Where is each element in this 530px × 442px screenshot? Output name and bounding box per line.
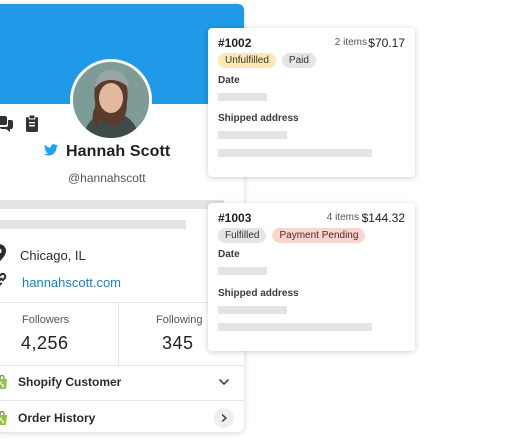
shipped-address-label: Shipped address (218, 288, 299, 299)
order-item-count: 2 items (334, 37, 367, 48)
order-card[interactable]: #1002 2 items $70.17 Unfulfilled Paid Da… (208, 28, 415, 177)
address-placeholder-line (218, 306, 287, 314)
order-number: #1003 (218, 211, 252, 225)
date-placeholder (218, 267, 267, 275)
order-history-label: Order History (18, 411, 96, 425)
following-count: 345 (162, 333, 194, 353)
order-status-badges: Fulfilled Payment Pending (218, 228, 366, 243)
address-placeholder-line (218, 131, 287, 139)
profile-name-row: Hannah Scott (44, 143, 170, 161)
followers-count: 4,256 (21, 333, 69, 353)
status-badge: Unfulfilled (218, 53, 276, 68)
status-badge: Paid (281, 53, 316, 68)
profile-name: Hannah Scott (66, 143, 171, 160)
followers-stat[interactable]: Followers 4,256 (0, 303, 119, 365)
link-icon (0, 272, 8, 293)
address-placeholder-line (218, 323, 372, 331)
order-history-expand-button[interactable] (214, 408, 234, 428)
address-placeholder-line (218, 149, 372, 157)
order-status-badges: Unfulfilled Paid (218, 53, 316, 68)
clipboard-icon[interactable] (24, 114, 40, 132)
avatar[interactable] (70, 59, 152, 141)
profile-handle: @hannahscott (68, 171, 146, 185)
accordion-order-history[interactable]: Order History (0, 400, 244, 432)
order-card[interactable]: #1003 4 items $144.32 Fulfilled Payment … (208, 203, 415, 351)
chat-icon[interactable] (0, 114, 14, 132)
website-row: hannahscott.com (0, 272, 121, 293)
date-placeholder (218, 93, 267, 101)
date-label: Date (218, 75, 240, 86)
twitter-icon (44, 143, 58, 161)
shopify-bag-icon (0, 410, 8, 430)
followers-label: Followers (22, 314, 70, 326)
bio-placeholder-line (0, 200, 224, 209)
chevron-right-icon (221, 414, 227, 422)
bio-placeholder-line (0, 220, 186, 229)
location-pin-icon (0, 244, 6, 267)
shopify-bag-icon (0, 374, 8, 394)
location-text: Chicago, IL (20, 248, 86, 263)
status-badge: Payment Pending (272, 228, 366, 243)
website-link[interactable]: hannahscott.com (22, 275, 121, 290)
chevron-down-icon[interactable] (218, 375, 230, 393)
order-number: #1002 (218, 36, 252, 50)
profile-action-icons (0, 114, 40, 132)
order-item-count: 4 items (326, 212, 359, 223)
accordion-shopify-customer[interactable]: Shopify Customer (0, 364, 244, 401)
status-badge: Fulfilled (218, 228, 267, 243)
date-label: Date (218, 249, 240, 260)
shopify-customer-label: Shopify Customer (18, 375, 122, 389)
order-total: $144.32 (361, 211, 405, 225)
order-total: $70.17 (368, 36, 405, 50)
shipped-address-label: Shipped address (218, 113, 299, 124)
following-label: Following (156, 314, 203, 326)
avatar-photo (73, 62, 149, 138)
location-row: Chicago, IL (0, 244, 86, 267)
